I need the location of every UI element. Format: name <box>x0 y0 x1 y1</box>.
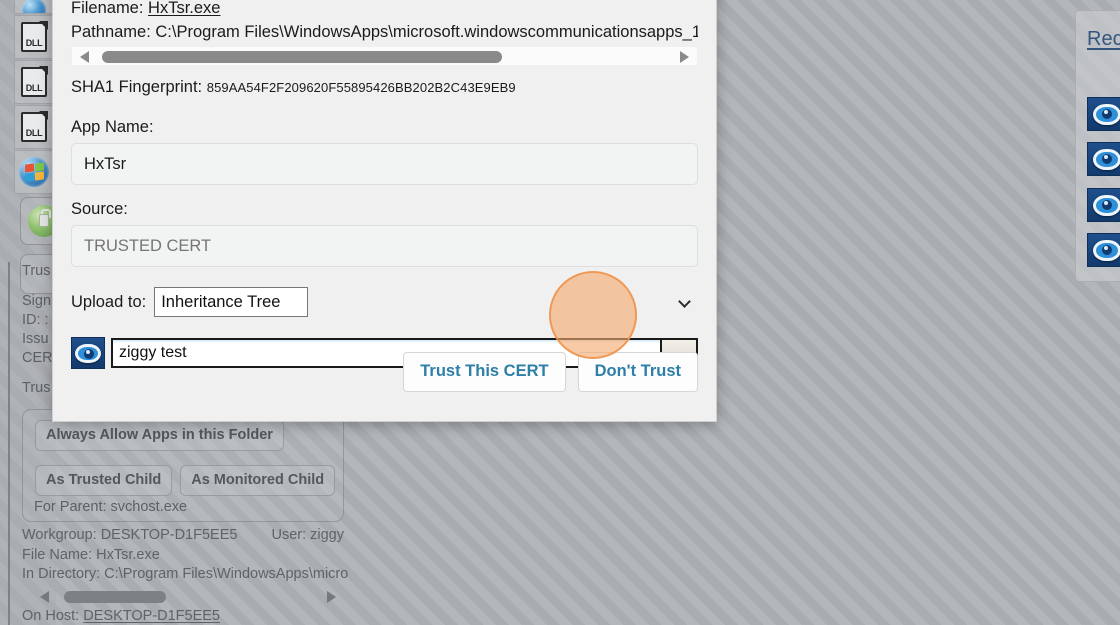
on-host-label: On Host: <box>22 607 84 624</box>
for-parent-label: For Parent: svchost.exe <box>34 499 188 515</box>
rail-item-dll-3[interactable]: DLL <box>14 105 54 149</box>
source-input[interactable] <box>71 225 698 267</box>
upload-to-select-wrapper[interactable]: Inheritance Tree <box>154 287 698 317</box>
dont-trust-button[interactable]: Don't Trust <box>577 352 698 392</box>
windows-orb-icon <box>19 157 49 187</box>
eye-icon-tile-4[interactable] <box>1087 233 1120 267</box>
upload-to-select[interactable]: Inheritance Tree <box>154 287 309 317</box>
rail-item-dll-2[interactable]: DLL <box>14 60 54 104</box>
eye-icon <box>72 338 104 368</box>
dll-file-icon: DLL <box>21 66 48 97</box>
upload-to-label: Upload to: <box>71 292 147 311</box>
dialog-button-row: Trust This CERT Don't Trust <box>403 352 698 392</box>
pathname-horizontal-scrollbar[interactable] <box>71 46 698 66</box>
file-name-row: File Name: HxTsr.exe <box>22 546 160 563</box>
dll-icon-label: DLL <box>25 83 43 93</box>
always-allow-apps-button[interactable]: Always Allow Apps in this Folder <box>35 420 284 451</box>
sha1-value: 859AA54F2F209620F55895426BB202B2C43E9EB9 <box>206 80 516 95</box>
trust-this-cert-button[interactable]: Trust This CERT <box>403 352 566 392</box>
app-name-input[interactable] <box>71 143 698 185</box>
eye-icon-tile-group[interactable] <box>71 337 105 369</box>
chevron-down-icon <box>678 295 691 308</box>
user-label: User: ziggy <box>271 527 344 543</box>
pathname-row: Pathname: C:\Program Files\WindowsApps\m… <box>71 23 698 42</box>
app-name-label: App Name: <box>71 118 154 136</box>
dll-icon-label: DLL <box>25 128 43 138</box>
in-directory-row: In Directory: C:\Program Files\WindowsAp… <box>22 566 349 582</box>
recent-link[interactable]: Rec <box>1087 28 1120 51</box>
eye-icon <box>1088 98 1120 130</box>
filename-row: Filename: HxTsr.exe <box>71 0 698 18</box>
scrollbar-thumb[interactable] <box>64 590 166 603</box>
rail-item-partial-top[interactable] <box>14 0 54 14</box>
dll-icon-label: DLL <box>25 38 43 48</box>
eye-icon <box>1088 234 1120 266</box>
rail-item-windows[interactable] <box>14 150 54 194</box>
workgroup-row: User: ziggy Workgroup: DESKTOP-D1F5EE5 <box>22 526 354 546</box>
scrollbar-thumb[interactable] <box>102 51 502 63</box>
scroll-left-arrow-icon[interactable] <box>40 590 49 603</box>
right-recent-panel: Rec <box>1075 10 1120 282</box>
as-trusted-child-button[interactable]: As Trusted Child <box>35 465 173 496</box>
filename-value-link[interactable]: HxTsr.exe <box>148 0 220 17</box>
sha1-row: SHA1 Fingerprint: 859AA54F2F209620F55895… <box>71 78 698 97</box>
scroll-right-arrow-icon[interactable] <box>327 590 336 603</box>
pathname-value: C:\Program Files\WindowsApps\microsoft.w… <box>155 23 698 41</box>
windows-orb-icon <box>22 0 46 13</box>
source-label: Source: <box>71 200 128 218</box>
eye-icon-tile-3[interactable] <box>1087 188 1120 222</box>
filename-label: Filename: <box>71 0 149 17</box>
focus-glow <box>113 340 696 343</box>
eye-icon <box>1088 189 1120 221</box>
upload-to-row: Upload to: Inheritance Tree <box>71 287 698 317</box>
rail-item-dll-1[interactable]: DLL <box>14 15 54 59</box>
directory-horizontal-scrollbar[interactable] <box>22 588 344 605</box>
dll-file-icon: DLL <box>21 111 48 142</box>
scroll-left-arrow-icon[interactable] <box>80 51 89 63</box>
host-info-block: User: ziggy Workgroup: DESKTOP-D1F5EE5 F… <box>22 526 354 625</box>
eye-icon-tile-1[interactable] <box>1087 97 1120 131</box>
trust-cert-dialog: Filename: HxTsr.exe Pathname: C:\Program… <box>52 0 717 422</box>
on-host-row: On Host: DESKTOP-D1F5EE5 <box>22 607 354 625</box>
on-host-value-link[interactable]: DESKTOP-D1F5EE5 <box>83 608 220 624</box>
eye-icon-tile-2[interactable] <box>1087 142 1120 176</box>
dll-file-icon: DLL <box>21 21 48 52</box>
workgroup-label: Workgroup: DESKTOP-D1F5EE5 <box>22 527 238 543</box>
eye-icon <box>1088 143 1120 175</box>
as-monitored-child-button[interactable]: As Monitored Child <box>180 465 336 496</box>
scroll-right-arrow-icon[interactable] <box>680 51 689 63</box>
pathname-label: Pathname: <box>71 23 156 41</box>
sha1-label: SHA1 Fingerprint: <box>71 78 207 96</box>
